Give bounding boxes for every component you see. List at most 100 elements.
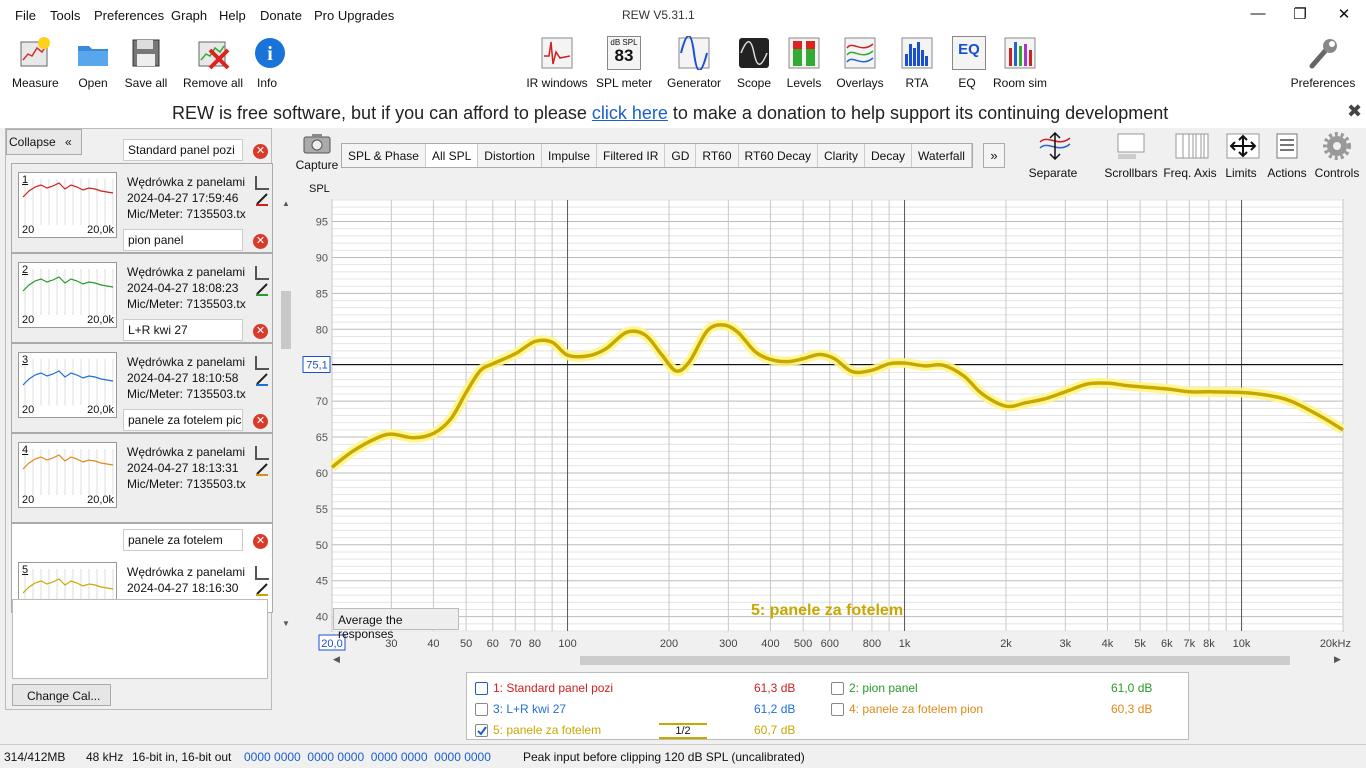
controls-button[interactable]: Controls (1313, 132, 1361, 180)
pen-icon[interactable] (255, 282, 269, 296)
generator-button[interactable]: Generator (666, 34, 722, 90)
tab-spl-phase[interactable]: SPL & Phase (342, 144, 426, 167)
collapse-button[interactable]: Collapse « (6, 129, 82, 155)
cursor-value: 75,1 (306, 359, 327, 371)
actions-button[interactable]: Actions (1265, 132, 1309, 180)
measurement-description: Wędrówka z panelami (127, 355, 246, 369)
measurement-name-field[interactable]: panele za fotelem (123, 529, 243, 551)
scroll-left-icon[interactable]: ◀ (333, 654, 340, 665)
thumb-freq-low: 20 (22, 404, 35, 416)
legend-checkbox[interactable] (831, 682, 844, 695)
tab-rt60-decay[interactable]: RT60 Decay (739, 144, 818, 167)
measurement-name-field[interactable]: pion panel (123, 229, 243, 251)
scroll-thumb[interactable] (281, 291, 291, 349)
tab-decay[interactable]: Decay (865, 144, 913, 167)
measurement-date: 2024-04-27 17:59:46 (127, 191, 239, 205)
donate-link[interactable]: click here (592, 103, 668, 123)
tab-all-spl[interactable]: All SPL (425, 144, 479, 167)
menu-tools[interactable]: Tools (50, 8, 80, 23)
measurement-name-field[interactable]: Standard panel pozi (123, 139, 243, 161)
measurement-item[interactable]: 4 20 20,0k panele za fotelem pic ✕ Wędrówka z… (11, 409, 273, 523)
waterfall-icon[interactable] (255, 176, 269, 190)
chart-h-scrollbar[interactable]: ◀ ▶ (331, 654, 1344, 666)
measurement-description: Wędrówka z panelami (127, 445, 246, 459)
legend-checkbox[interactable] (475, 724, 488, 737)
save-all-button[interactable]: Save all (124, 36, 168, 90)
h-scroll-thumb[interactable] (580, 656, 1290, 665)
spl-chart[interactable]: 959085807570656055504540SPL20,0304050607… (295, 180, 1366, 665)
tab-rt60[interactable]: RT60 (696, 144, 739, 167)
measurement-thumbnail[interactable]: 1 20 20,0k (18, 172, 117, 238)
separate-button[interactable]: Separate (1028, 131, 1078, 180)
thumb-freq-high: 20,0k (87, 224, 114, 236)
measurement-description: Wędrówka z panelami (127, 565, 246, 579)
maximize-icon[interactable]: ❐ (1280, 5, 1320, 27)
pen-icon[interactable] (255, 192, 269, 206)
waterfall-icon[interactable] (255, 566, 269, 580)
measurement-date: 2024-04-27 18:08:23 (127, 281, 239, 295)
change-cal-button[interactable]: Change Cal... (12, 684, 111, 706)
notes-area[interactable] (12, 599, 268, 679)
capture-button[interactable]: Capture (295, 132, 339, 172)
freq-axis-button[interactable]: Freq. Axis (1163, 132, 1217, 180)
menu-help[interactable]: Help (219, 8, 246, 23)
menu-file[interactable]: File (15, 8, 36, 23)
remove-all-button[interactable]: Remove all (182, 36, 244, 90)
delete-icon[interactable]: ✕ (253, 414, 268, 429)
more-tabs-button[interactable]: » (983, 143, 1005, 168)
tab-filtered-ir[interactable]: Filtered IR (597, 144, 666, 167)
info-button[interactable]: i Info (253, 36, 285, 90)
delete-icon[interactable]: ✕ (253, 144, 268, 159)
tab-gd[interactable]: GD (665, 144, 697, 167)
preferences-button[interactable]: Preferences (1290, 36, 1356, 90)
tab-distortion[interactable]: Distortion (478, 144, 542, 167)
delete-icon[interactable]: ✕ (253, 324, 268, 339)
menu-graph[interactable]: Graph (171, 8, 207, 23)
limits-button[interactable]: Limits (1222, 132, 1260, 180)
smoothing-indicator[interactable]: 1/2 (659, 723, 707, 739)
menu-preferences[interactable]: Preferences (94, 8, 164, 23)
overlays-button[interactable]: Overlays (836, 36, 884, 90)
close-banner-icon[interactable]: ✖ (1347, 101, 1362, 122)
chart-svg[interactable]: 959085807570656055504540SPL20,0304050607… (295, 180, 1366, 665)
levels-button[interactable]: Levels (784, 36, 824, 90)
scroll-right-icon[interactable]: ▶ (1334, 654, 1341, 665)
rta-button[interactable]: RTA (900, 36, 934, 90)
ir-windows-button[interactable]: IR windows (526, 36, 588, 90)
scope-button[interactable]: Scope (734, 36, 774, 90)
measurement-thumbnail[interactable]: 3 20 20,0k (18, 352, 117, 418)
measure-button[interactable]: Measure (12, 36, 59, 90)
measurement-thumbnail[interactable]: 4 20 20,0k (18, 442, 117, 508)
waterfall-icon[interactable] (255, 446, 269, 460)
minimize-icon[interactable]: — (1238, 5, 1278, 27)
pen-icon[interactable] (255, 582, 269, 596)
delete-icon[interactable]: ✕ (253, 234, 268, 249)
menu-donate[interactable]: Donate (260, 8, 302, 23)
menu-pro-upgrades[interactable]: Pro Upgrades (314, 8, 394, 23)
legend-value: 60,3 dB (1111, 702, 1153, 716)
spl-meter-button[interactable]: dB SPL 83 SPL meter (596, 36, 652, 90)
waterfall-icon[interactable] (255, 266, 269, 280)
scroll-down-icon[interactable]: ▼ (282, 619, 290, 628)
pen-icon[interactable] (255, 462, 269, 476)
measurement-thumbnail[interactable]: 2 20 20,0k (18, 262, 117, 328)
scrollbars-button[interactable]: Scrollbars (1104, 132, 1158, 180)
tab-waterfall[interactable]: Waterfall (912, 144, 972, 167)
measurements-scrollbar[interactable]: ▲ ▼ (280, 199, 292, 629)
pen-icon[interactable] (255, 372, 269, 386)
waterfall-icon[interactable] (255, 356, 269, 370)
close-icon[interactable]: ✕ (1324, 5, 1364, 27)
tab-impulse[interactable]: Impulse (542, 144, 598, 167)
measurement-name-field[interactable]: panele za fotelem pic (123, 409, 243, 431)
legend-checkbox[interactable] (475, 682, 488, 695)
legend-checkbox[interactable] (475, 703, 488, 716)
measurement-name-field[interactable]: L+R kwi 27 (123, 319, 243, 341)
average-responses-button[interactable]: Average the responses (333, 608, 459, 641)
delete-icon[interactable]: ✕ (253, 534, 268, 549)
tab-clarity[interactable]: Clarity (818, 144, 866, 167)
eq-button[interactable]: EQ EQ (952, 36, 986, 90)
open-button[interactable]: Open (74, 36, 112, 90)
room-sim-button[interactable]: Room sim (992, 36, 1048, 90)
legend-checkbox[interactable] (831, 703, 844, 716)
scroll-up-icon[interactable]: ▲ (282, 199, 290, 208)
